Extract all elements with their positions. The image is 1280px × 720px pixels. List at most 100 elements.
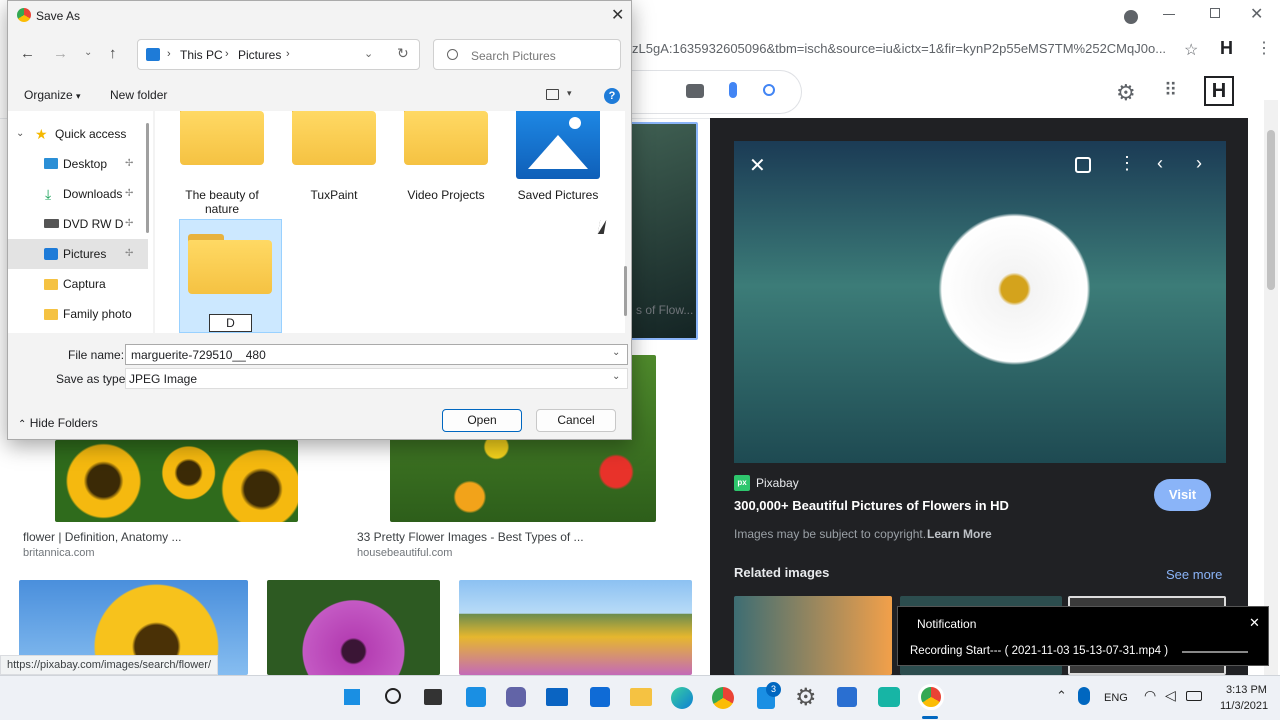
bluetooth-icon[interactable] [1078,687,1090,705]
folder-icon[interactable] [404,111,488,165]
camera-icon[interactable] [686,84,704,98]
close-window-icon[interactable]: ✕ [1250,4,1263,24]
recorder-icon[interactable] [878,687,900,707]
back-arrow-icon[interactable]: ← [20,45,35,62]
nav-item-desktop[interactable]: Desktop ✢ [8,149,148,179]
edge-icon[interactable] [671,687,693,709]
result-thumbnail-sunflowers[interactable] [55,440,298,522]
chrome-icon[interactable] [712,687,734,709]
breadcrumb-pictures[interactable]: Pictures [238,48,281,62]
google-search-box[interactable] [632,70,802,114]
start-windows-icon[interactable] [342,687,362,707]
store-icon[interactable] [837,687,857,707]
wifi-icon[interactable]: ◠ [1144,687,1156,704]
recent-chevron-icon[interactable]: ⌄ [84,47,92,58]
search-icon[interactable] [385,688,401,704]
folder-icon[interactable] [180,111,264,165]
save-type-select[interactable]: JPEG Image ⌄ [125,368,628,389]
battery-icon[interactable] [1186,691,1202,701]
close-preview-icon[interactable]: ✕ [749,153,766,178]
pin-icon[interactable]: ✢ [125,149,133,179]
result-caption[interactable]: s of Flow... [636,303,696,317]
preview-image[interactable] [734,141,1226,463]
nav-item-pictures[interactable]: Pictures ✢ [8,239,148,269]
widgets-icon[interactable] [466,687,486,707]
bookmark-star-icon[interactable]: ☆ [1184,40,1198,60]
settings-gear-icon[interactable]: ⚙ [795,683,817,712]
search-icon[interactable] [763,84,775,96]
task-view-icon[interactable] [424,689,442,705]
close-notification-icon[interactable]: ✕ [1249,615,1260,631]
file-pane-scrollbar[interactable] [624,266,627,316]
chrome-active-icon[interactable] [918,684,944,710]
source-site[interactable]: Pixabay [756,476,799,490]
new-folder-button[interactable]: New folder [110,88,167,102]
expand-chevron-icon[interactable]: ⌄ [16,119,24,149]
address-breadcrumb[interactable]: › This PC › Pictures › ⌄ ↻ [137,39,420,70]
chevron-down-icon[interactable]: ⌄ [612,347,620,358]
address-bar[interactable]: zL5gA:1635932605096&tbm=isch&source=iu&i… [632,36,1180,62]
clock-date[interactable]: 11/3/2021 [1220,700,1268,712]
extension-icon[interactable]: H [1220,38,1233,59]
result-thumbnail-meadow[interactable] [459,580,692,675]
lens-icon[interactable] [1075,157,1091,173]
previous-icon[interactable]: ‹ [1157,153,1163,174]
menu-icon[interactable]: ⋮ [1256,38,1272,58]
result-caption[interactable]: flower | Definition, Anatomy ... [23,530,283,544]
folder-icon[interactable] [292,111,376,165]
profile-icon[interactable] [1124,10,1138,24]
breadcrumb-dropdown-icon[interactable]: ⌄ [364,47,373,60]
folder-label[interactable]: TuxPaint [279,188,389,202]
nav-item-family-photo[interactable]: Family photo [8,299,148,329]
refresh-icon[interactable]: ↻ [397,45,409,62]
volume-icon[interactable]: ◁ [1165,687,1176,704]
language-indicator[interactable]: ENG [1104,692,1128,704]
pin-icon[interactable]: ✢ [125,239,133,269]
preview-title[interactable]: 300,000+ Beautiful Pictures of Flowers i… [734,498,1009,513]
help-icon[interactable]: ? [604,88,620,104]
settings-gear-icon[interactable]: ⚙ [1116,80,1136,106]
pin-icon[interactable]: ✢ [125,209,133,239]
hide-folders-toggle[interactable]: ⌃ Hide Folders [18,416,98,430]
clock-time[interactable]: 3:13 PM [1226,684,1267,696]
breadcrumb-this-pc[interactable]: This PC [180,48,223,62]
apps-grid-icon[interactable]: ⠿ [1164,80,1177,101]
pin-icon[interactable]: ✢ [125,179,133,209]
chevron-down-icon[interactable]: ⌄ [612,371,620,382]
show-hidden-icons-chevron[interactable]: ⌃ [1056,688,1067,704]
rename-field[interactable]: D [209,314,252,332]
visit-button[interactable]: Visit [1154,479,1211,511]
more-options-icon[interactable]: ⋮ [1118,153,1136,174]
view-dropdown-icon[interactable]: ▾ [567,88,572,99]
folder-label[interactable]: The beauty of nature [167,188,277,216]
nav-item-dvd-drive[interactable]: DVD RW Dri ✢ [8,209,148,239]
file-name-input[interactable]: marguerite-729510__480 ⌄ [125,344,628,365]
saved-pictures-icon[interactable] [516,111,600,179]
nav-item-downloads[interactable]: ⤓ Downloads ✢ [8,179,148,209]
folder-label[interactable]: Saved Pictures [503,188,613,202]
nav-item-quick-access[interactable]: ⌄ ★ Quick access [8,119,148,149]
search-field[interactable]: Search Pictures [433,39,621,70]
view-options-icon[interactable] [546,89,559,100]
nav-pane-scrollbar[interactable] [146,123,149,233]
forward-arrow-icon[interactable]: → [53,45,68,62]
power-automate-icon[interactable] [590,687,610,707]
related-image[interactable] [734,596,892,675]
mic-icon[interactable] [729,82,737,98]
next-icon[interactable]: › [1196,153,1202,174]
minimize-icon[interactable] [1163,14,1175,15]
organize-menu[interactable]: Organize ▾ [24,88,81,102]
new-folder-item[interactable]: D [179,219,282,333]
folder-label[interactable]: Video Projects [391,188,501,202]
teams-chat-icon[interactable] [506,687,526,707]
open-button[interactable]: Open [442,409,522,432]
result-caption[interactable]: 33 Pretty Flower Images - Best Types of … [357,530,657,544]
page-scrollbar-thumb[interactable] [1267,130,1275,290]
nav-item-captura[interactable]: Captura [8,269,148,299]
account-avatar[interactable]: H [1204,76,1234,106]
up-arrow-icon[interactable]: ↑ [109,45,117,62]
file-explorer-icon[interactable] [630,688,652,706]
dialog-close-icon[interactable]: ✕ [611,5,624,25]
result-thumbnail-purple-daisy[interactable] [267,580,440,675]
learn-more-link[interactable]: Learn More [927,527,992,541]
